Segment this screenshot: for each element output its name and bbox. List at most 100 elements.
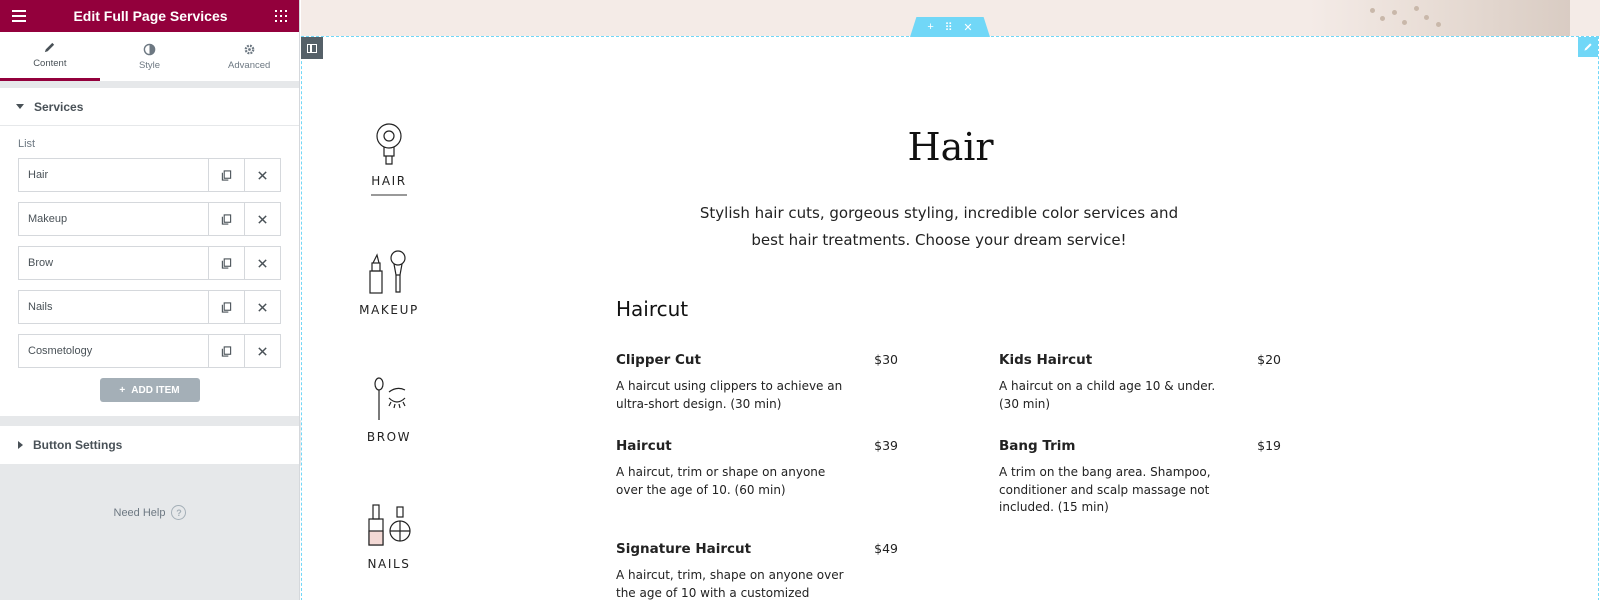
- service-nav-label: HAIR: [371, 174, 407, 196]
- service-nav-brow[interactable]: BROW: [359, 376, 419, 444]
- service-item-price: $19: [1257, 438, 1281, 453]
- repeater-item: Nails: [18, 290, 281, 324]
- close-icon: [258, 170, 267, 180]
- decorative-image: [1310, 0, 1570, 36]
- repeater-item: Makeup: [18, 202, 281, 236]
- list-label: List: [18, 138, 36, 150]
- service-item-desc: A haircut, trim, shape on anyone over th…: [616, 568, 844, 600]
- service-item-desc: A haircut on a child age 10 & under. (30…: [999, 379, 1216, 411]
- service-item-name: Clipper Cut: [616, 352, 701, 368]
- service-item-price: $20: [1257, 352, 1281, 367]
- repeater-item-title[interactable]: Nails: [19, 291, 208, 323]
- repeater-item-title[interactable]: Hair: [19, 159, 208, 191]
- widgets-grid-icon[interactable]: [275, 10, 287, 22]
- panel-header: Edit Full Page Services: [0, 0, 299, 32]
- repeater-item: Brow: [18, 246, 281, 280]
- services-section-title: Services: [34, 99, 84, 114]
- section-outline: [301, 36, 1599, 600]
- need-help-link[interactable]: Need Help ?: [0, 505, 300, 520]
- add-item-label: ADD ITEM: [131, 384, 180, 396]
- service-nav-label: NAILS: [367, 557, 411, 571]
- editor-panel: Edit Full Page Services Content Style Ad…: [0, 0, 300, 600]
- plus-icon: +: [119, 384, 126, 396]
- service-item: Bang Trim $19 A trim on the bang area. S…: [999, 438, 1281, 517]
- duplicate-button[interactable]: [208, 203, 244, 235]
- duplicate-button[interactable]: [208, 291, 244, 323]
- service-item-name: Bang Trim: [999, 438, 1076, 454]
- need-help-label: Need Help: [113, 506, 166, 519]
- column-handle[interactable]: [301, 37, 323, 59]
- services-section-body: List Hair Makeup Brow Nails Cosmetology: [0, 126, 299, 416]
- page-preview: + ⠿ ✕ HAIR MAKEUP BROW NAILS Hair Stylis…: [301, 0, 1600, 600]
- repeater-item: Hair: [18, 158, 281, 192]
- service-item-name: Kids Haircut: [999, 352, 1093, 368]
- repeater-item-title[interactable]: Cosmetology: [19, 335, 208, 367]
- service-nav-makeup[interactable]: MAKEUP: [359, 249, 419, 317]
- tab-advanced[interactable]: Advanced: [199, 32, 299, 81]
- close-icon: [258, 302, 267, 312]
- close-icon: [258, 258, 267, 268]
- button-settings-toggle[interactable]: Button Settings: [0, 426, 299, 464]
- copy-icon: [221, 257, 232, 269]
- duplicate-button[interactable]: [208, 335, 244, 367]
- service-item-price: $30: [874, 352, 898, 367]
- copy-icon: [221, 213, 232, 225]
- service-nav-label: BROW: [366, 430, 412, 444]
- nail-polish-icon: [368, 504, 411, 546]
- pencil-icon: [1584, 43, 1592, 51]
- gear-icon: [244, 44, 255, 54]
- divider: [0, 416, 299, 426]
- column-icon: [307, 43, 317, 53]
- remove-button[interactable]: [244, 291, 280, 323]
- edit-widget-button[interactable]: [1578, 37, 1598, 57]
- pencil-icon: [45, 42, 55, 53]
- caret-down-icon: [16, 104, 24, 109]
- question-icon: ?: [171, 505, 187, 520]
- service-item-price: $49: [874, 541, 898, 556]
- service-item-name: Haircut: [616, 438, 672, 454]
- service-item-desc: A trim on the bang area. Shampoo, condit…: [999, 465, 1211, 514]
- panel-tabs: Content Style Advanced: [0, 32, 299, 82]
- remove-button[interactable]: [244, 335, 280, 367]
- duplicate-button[interactable]: [208, 159, 244, 191]
- close-icon: [258, 214, 267, 224]
- remove-button[interactable]: [244, 203, 280, 235]
- copy-icon: [221, 301, 232, 313]
- repeater-item: Cosmetology: [18, 334, 281, 368]
- service-item: Clipper Cut $30 A haircut using clippers…: [616, 352, 898, 413]
- service-item-price: $39: [874, 438, 898, 453]
- close-icon: [258, 346, 267, 356]
- service-item-desc: A haircut, trim or shape on anyone over …: [616, 465, 826, 497]
- copy-icon: [221, 169, 232, 181]
- caret-right-icon: [18, 441, 23, 449]
- category-title: Haircut: [616, 297, 689, 321]
- lipstick-brush-icon: [369, 250, 406, 294]
- service-item-name: Signature Haircut: [616, 541, 752, 557]
- delete-section-icon[interactable]: ✕: [963, 21, 972, 34]
- remove-button[interactable]: [244, 247, 280, 279]
- service-item-desc: A haircut using clippers to achieve an u…: [616, 379, 843, 411]
- tab-content[interactable]: Content: [0, 32, 100, 81]
- tab-style-label: Style: [138, 59, 161, 71]
- duplicate-button[interactable]: [208, 247, 244, 279]
- service-description: Stylish hair cuts, gorgeous styling, inc…: [699, 204, 1179, 249]
- tab-advanced-label: Advanced: [228, 59, 271, 71]
- repeater-item-title[interactable]: Makeup: [19, 203, 208, 235]
- drag-handle-icon[interactable]: ⠿: [945, 21, 953, 34]
- section-handle: + ⠿ ✕: [910, 17, 990, 37]
- copy-icon: [221, 345, 232, 357]
- services-section-toggle[interactable]: Services: [0, 88, 299, 126]
- panel-title: Edit Full Page Services: [73, 8, 228, 24]
- remove-button[interactable]: [244, 159, 280, 191]
- tab-content-label: Content: [33, 58, 67, 69]
- menu-icon[interactable]: [12, 10, 26, 22]
- service-nav-nails[interactable]: NAILS: [359, 503, 419, 571]
- add-item-button[interactable]: + ADD ITEM: [99, 378, 200, 402]
- service-item: Signature Haircut $49 A haircut, trim, s…: [616, 541, 898, 600]
- tab-style[interactable]: Style: [100, 32, 200, 81]
- service-item: Kids Haircut $20 A haircut on a child ag…: [999, 352, 1281, 413]
- service-nav-label: MAKEUP: [359, 303, 419, 317]
- half-circle-icon: [143, 43, 156, 55]
- add-section-icon[interactable]: +: [927, 21, 933, 33]
- repeater-item-title[interactable]: Brow: [19, 247, 208, 279]
